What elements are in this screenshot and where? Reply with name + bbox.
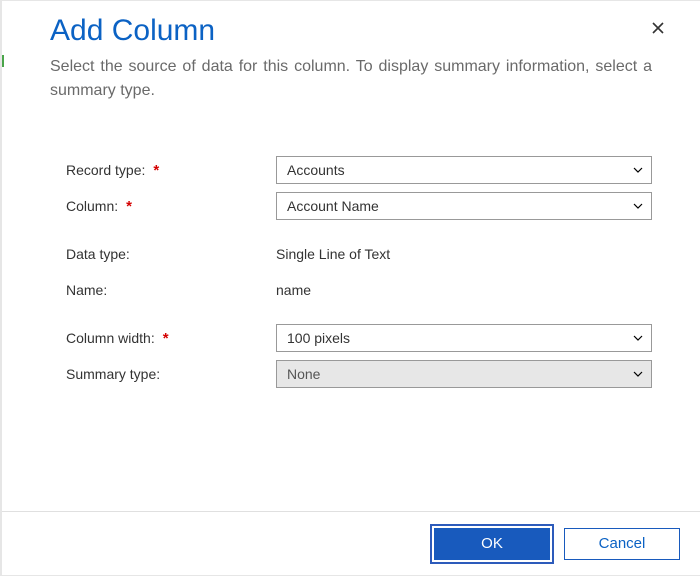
cancel-button[interactable]: Cancel xyxy=(564,528,680,560)
close-icon xyxy=(650,18,666,40)
label-text: Summary type: xyxy=(66,366,160,382)
value-column-width: 100 pixels xyxy=(276,324,652,352)
dialog-title: Add Column xyxy=(50,13,652,49)
label-text: Column: xyxy=(66,198,118,214)
chevron-down-icon xyxy=(631,331,645,345)
column-width-select[interactable]: 100 pixels xyxy=(276,324,652,352)
dialog-footer: OK Cancel xyxy=(2,511,700,575)
select-value: Accounts xyxy=(287,162,345,178)
required-marker: * xyxy=(126,199,132,214)
value-name: name xyxy=(276,282,652,298)
label-text: Name: xyxy=(66,282,107,298)
chevron-down-icon xyxy=(631,199,645,213)
label-name: Name: xyxy=(66,282,276,298)
summary-type-select[interactable]: None xyxy=(276,360,652,388)
row-data-type: Data type: Single Line of Text xyxy=(66,237,652,271)
select-value: None xyxy=(287,366,320,382)
label-column: Column: * xyxy=(66,198,276,214)
value-column: Account Name xyxy=(276,192,652,220)
record-type-select[interactable]: Accounts xyxy=(276,156,652,184)
label-record-type: Record type: * xyxy=(66,162,276,178)
row-column: Column: * Account Name xyxy=(66,189,652,223)
add-column-dialog: Add Column Select the source of data for… xyxy=(0,0,700,576)
dialog-form: Record type: * Accounts Column: * Accoun… xyxy=(2,103,700,511)
dialog-header: Add Column Select the source of data for… xyxy=(2,7,700,103)
dialog-subtitle: Select the source of data for this colum… xyxy=(50,55,652,103)
ok-button[interactable]: OK xyxy=(434,528,550,560)
value-summary-type: None xyxy=(276,360,652,388)
row-column-width: Column width: * 100 pixels xyxy=(66,321,652,355)
row-name: Name: name xyxy=(66,273,652,307)
edge-decoration xyxy=(2,55,4,67)
label-column-width: Column width: * xyxy=(66,330,276,346)
close-button[interactable] xyxy=(644,15,672,43)
column-select[interactable]: Account Name xyxy=(276,192,652,220)
label-text: Data type: xyxy=(66,246,130,262)
value-record-type: Accounts xyxy=(276,156,652,184)
select-value: Account Name xyxy=(287,198,379,214)
select-value: 100 pixels xyxy=(287,330,350,346)
label-summary-type: Summary type: xyxy=(66,366,276,382)
chevron-down-icon xyxy=(631,163,645,177)
row-record-type: Record type: * Accounts xyxy=(66,153,652,187)
value-data-type: Single Line of Text xyxy=(276,246,652,262)
chevron-down-icon xyxy=(631,367,645,381)
label-data-type: Data type: xyxy=(66,246,276,262)
required-marker: * xyxy=(163,331,169,346)
required-marker: * xyxy=(153,163,159,178)
row-summary-type: Summary type: None xyxy=(66,357,652,391)
label-text: Record type: xyxy=(66,162,145,178)
label-text: Column width: xyxy=(66,330,155,346)
